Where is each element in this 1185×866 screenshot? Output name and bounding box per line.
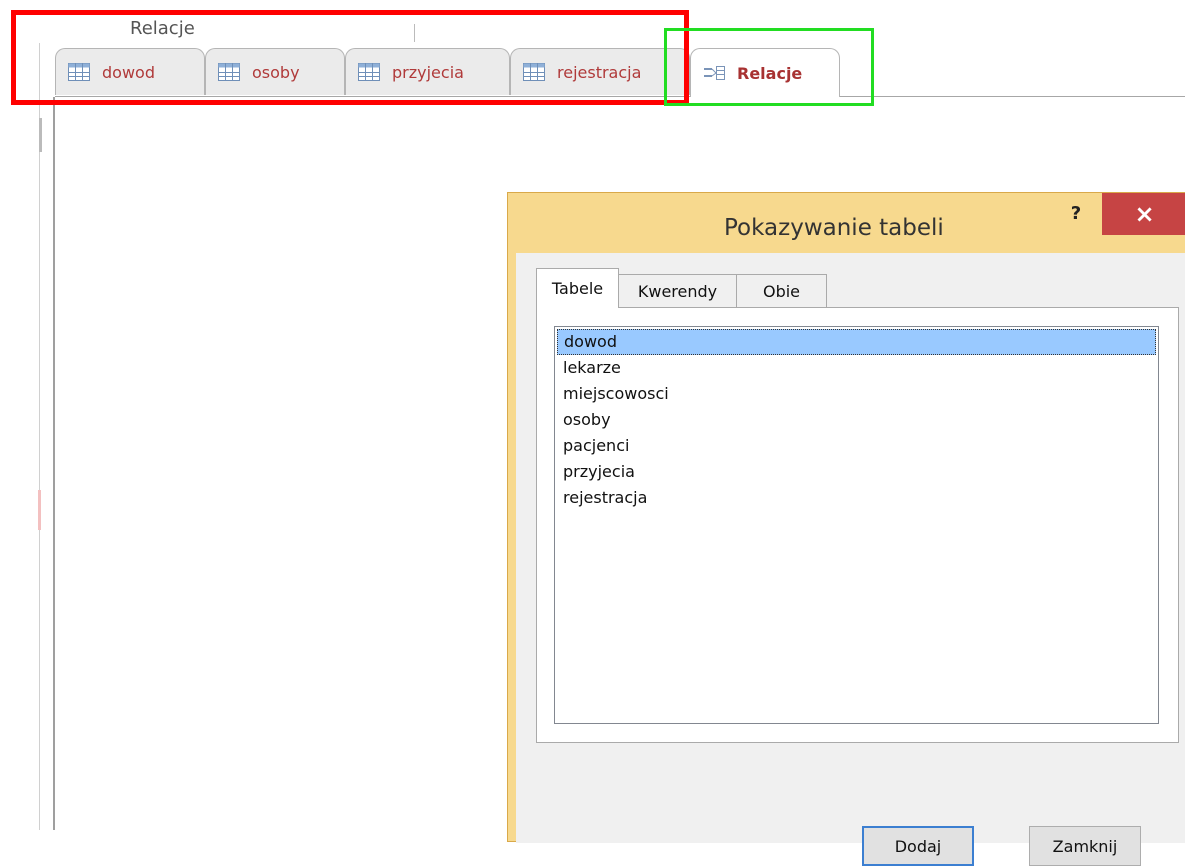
- list-item[interactable]: dowod: [557, 329, 1156, 355]
- list-item[interactable]: pacjenci: [557, 433, 1156, 459]
- scroll-marker-highlight: [38, 490, 41, 530]
- relationships-icon: [703, 64, 725, 82]
- scroll-marker: [39, 118, 42, 152]
- table-listbox[interactable]: dowod lekarze miejscowosci osoby pacjenc…: [554, 326, 1159, 724]
- tab-tabele[interactable]: Tabele: [536, 268, 619, 308]
- list-item[interactable]: rejestracja: [557, 485, 1156, 511]
- help-button[interactable]: ?: [1066, 203, 1086, 224]
- tab-label: Relacje: [737, 63, 803, 83]
- dialog-client-area: Tabele Kwerendy Obie dowod lekarze miejs…: [516, 253, 1185, 866]
- annotation-red-box: [11, 10, 689, 105]
- dialog-title: Pokazywanie tabeli: [724, 215, 944, 241]
- window-left-edge: [39, 43, 40, 830]
- list-item[interactable]: osoby: [557, 407, 1156, 433]
- tab-kwerendy[interactable]: Kwerendy: [618, 274, 737, 307]
- tab-obie[interactable]: Obie: [736, 274, 827, 307]
- list-item[interactable]: przyjecia: [557, 459, 1156, 485]
- add-button[interactable]: Dodaj: [862, 826, 974, 866]
- document-left-border: [53, 97, 55, 830]
- list-item[interactable]: lekarze: [557, 355, 1156, 381]
- close-icon[interactable]: ×: [1102, 193, 1185, 235]
- show-table-dialog: Pokazywanie tabeli ? × Tabele Kwerendy O…: [507, 192, 1185, 866]
- list-item[interactable]: miejscowosci: [557, 381, 1156, 407]
- tab-relacje[interactable]: Relacje: [690, 48, 840, 97]
- close-button[interactable]: Zamknij: [1029, 826, 1141, 866]
- tab-panel: dowod lekarze miejscowosci osoby pacjenc…: [536, 307, 1179, 743]
